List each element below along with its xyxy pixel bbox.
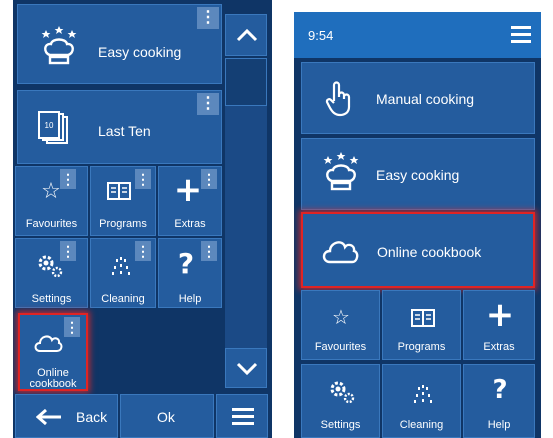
cleaning-spray-icon bbox=[112, 257, 130, 275]
cleaning-label: Cleaning bbox=[101, 293, 145, 305]
right-extras-label: Extras bbox=[483, 341, 515, 353]
last-ten-more-icon[interactable]: ⋮ bbox=[197, 93, 219, 115]
scroll-thumb[interactable] bbox=[225, 58, 267, 106]
chevron-down-icon bbox=[236, 362, 258, 376]
back-label: Back bbox=[76, 409, 108, 425]
easy-cooking-label: Easy cooking bbox=[98, 44, 182, 60]
right-favourites-label: Favourites bbox=[314, 341, 367, 353]
manual-cooking-tile[interactable]: Manual cooking bbox=[301, 62, 535, 134]
online-cookbook-more-icon[interactable]: ⋮ bbox=[64, 317, 80, 337]
cleaning-tile[interactable]: ⋮ Cleaning bbox=[90, 238, 156, 308]
right-screen: 9:54 Manual cooking Easy cooking Online … bbox=[294, 12, 541, 438]
hamburger-menu-icon bbox=[232, 408, 254, 425]
right-help-label: Help bbox=[487, 419, 511, 431]
cleaning-more-icon[interactable]: ⋮ bbox=[135, 241, 151, 261]
scroll-down-button[interactable] bbox=[225, 348, 267, 388]
programs-book-icon bbox=[107, 182, 131, 200]
left-screen: Easy cooking ⋮ 10 Last Ten ⋮ ☆ ⋮ Favouri… bbox=[13, 0, 272, 438]
hamburger-menu-icon[interactable] bbox=[511, 26, 531, 43]
right-favourites-tile[interactable]: ☆ Favourites bbox=[301, 290, 380, 360]
programs-tile[interactable]: ⋮ Programs bbox=[90, 166, 156, 236]
settings-label: Settings bbox=[31, 293, 72, 305]
extras-more-icon[interactable]: ⋮ bbox=[201, 169, 217, 189]
online-cookbook-tile[interactable]: ⋮ Online cookbook bbox=[18, 313, 88, 391]
right-programs-label: Programs bbox=[397, 341, 446, 353]
manual-cooking-label: Manual cooking bbox=[376, 91, 475, 107]
back-button[interactable]: Back bbox=[15, 394, 118, 438]
settings-gear-icon bbox=[330, 381, 355, 404]
right-cleaning-label: Cleaning bbox=[399, 419, 444, 431]
right-cleaning-tile[interactable]: Cleaning bbox=[382, 364, 461, 438]
chef-hat-icon bbox=[323, 152, 359, 191]
hand-pointer-icon bbox=[325, 81, 351, 117]
right-settings-label: Settings bbox=[320, 419, 361, 431]
help-question-icon: ? bbox=[177, 247, 195, 280]
right-easy-cooking-tile[interactable]: Easy cooking bbox=[301, 138, 535, 210]
programs-more-icon[interactable]: ⋮ bbox=[135, 169, 151, 189]
last-ten-label: Last Ten bbox=[98, 123, 151, 139]
scroll-up-button[interactable] bbox=[225, 14, 267, 56]
right-settings-tile[interactable]: Settings bbox=[301, 364, 380, 438]
favourites-label: Favourites bbox=[25, 218, 78, 230]
programs-book-icon bbox=[411, 309, 435, 327]
right-easy-cooking-label: Easy cooking bbox=[376, 167, 460, 183]
extras-tile[interactable]: + ⋮ Extras bbox=[158, 166, 222, 236]
settings-tile[interactable]: ⋮ Settings bbox=[15, 238, 88, 308]
right-extras-tile[interactable]: + Extras bbox=[463, 290, 535, 360]
arrow-left-icon bbox=[36, 409, 61, 425]
right-online-cookbook-label: Online cookbook bbox=[377, 244, 482, 260]
chef-hat-icon bbox=[41, 26, 77, 65]
favourites-star-icon: ☆ bbox=[332, 305, 350, 329]
last-ten-tile[interactable]: 10 Last Ten ⋮ bbox=[17, 90, 222, 164]
online-cookbook-label-line2: cookbook bbox=[29, 378, 77, 390]
easy-cooking-more-icon[interactable]: ⋮ bbox=[197, 7, 219, 29]
status-bar: 9:54 bbox=[294, 12, 541, 58]
right-help-tile[interactable]: ? Help bbox=[463, 364, 535, 438]
ok-label: Ok bbox=[157, 409, 175, 425]
favourites-more-icon[interactable]: ⋮ bbox=[60, 169, 76, 189]
programs-label: Programs bbox=[99, 218, 147, 230]
settings-more-icon[interactable]: ⋮ bbox=[60, 241, 76, 261]
cloud-icon bbox=[322, 241, 359, 264]
extras-plus-icon: + bbox=[173, 170, 203, 210]
extras-label: Extras bbox=[174, 218, 206, 230]
right-online-cookbook-tile[interactable]: Online cookbook bbox=[301, 212, 535, 288]
help-label: Help bbox=[178, 293, 202, 305]
extras-plus-icon: + bbox=[485, 295, 515, 335]
last-ten-badge: 10 bbox=[45, 121, 54, 130]
favourites-tile[interactable]: ☆ ⋮ Favourites bbox=[15, 166, 88, 236]
ok-button[interactable]: Ok bbox=[120, 394, 214, 438]
last-ten-icon: 10 bbox=[38, 111, 68, 144]
cleaning-spray-icon bbox=[414, 385, 432, 403]
chevron-up-icon bbox=[236, 28, 258, 42]
help-more-icon[interactable]: ⋮ bbox=[201, 241, 217, 261]
clock-time: 9:54 bbox=[308, 28, 334, 43]
right-programs-tile[interactable]: Programs bbox=[382, 290, 461, 360]
help-question-icon: ? bbox=[492, 375, 508, 405]
help-tile[interactable]: ? ⋮ Help bbox=[158, 238, 222, 308]
easy-cooking-tile[interactable]: Easy cooking ⋮ bbox=[17, 4, 222, 84]
cloud-icon bbox=[34, 335, 63, 352]
menu-button[interactable] bbox=[216, 394, 268, 438]
